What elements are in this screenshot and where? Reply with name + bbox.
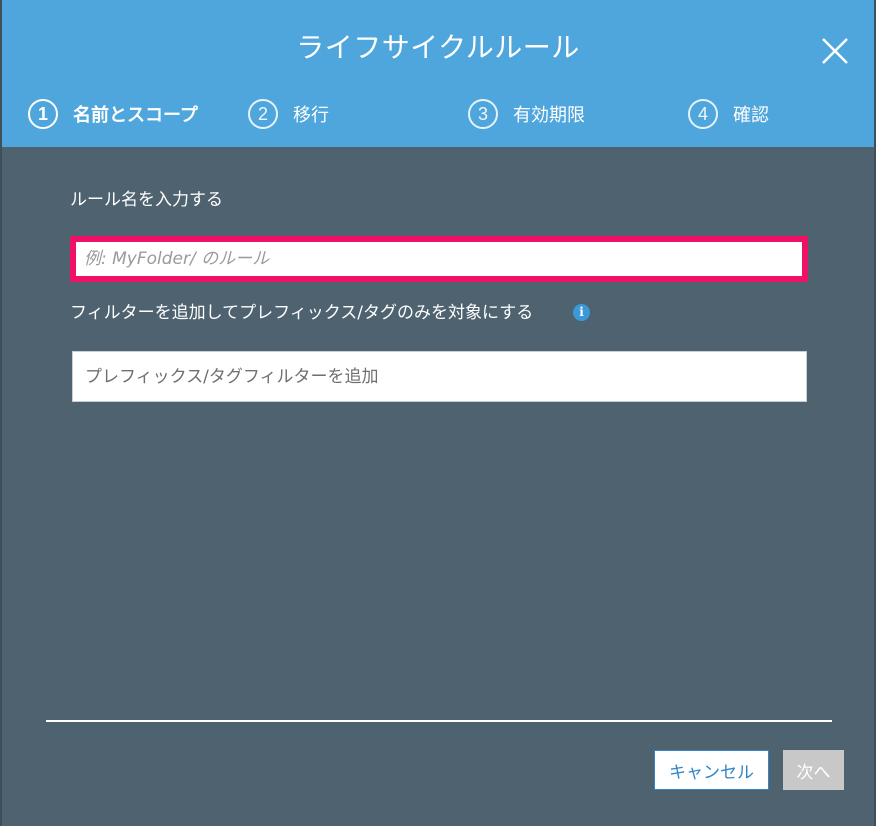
step-label-2: 移行 bbox=[293, 105, 329, 126]
step-label-4: 確認 bbox=[733, 105, 769, 126]
rule-name-label: ルール名を入力する bbox=[70, 190, 223, 210]
step-number-2: 2 bbox=[248, 99, 278, 129]
filter-label: フィルターを追加してプレフィックス/タグのみを対象にする bbox=[70, 303, 534, 323]
step-indicator: 1 名前とスコープ 2 移行 3 有効期限 4 確認 bbox=[2, 94, 874, 134]
step-label-3: 有効期限 bbox=[513, 105, 585, 126]
close-icon bbox=[822, 38, 848, 64]
step-1-name-scope[interactable]: 1 名前とスコープ bbox=[28, 94, 198, 134]
prefix-tag-filter-input[interactable] bbox=[72, 351, 807, 402]
step-number-4: 4 bbox=[688, 99, 718, 129]
rule-name-input[interactable] bbox=[76, 242, 802, 276]
dialog-title: ライフサイクルルール bbox=[296, 31, 580, 64]
step-3-expiration[interactable]: 3 有効期限 bbox=[468, 94, 585, 134]
step-4-review[interactable]: 4 確認 bbox=[688, 94, 769, 134]
lifecycle-rule-dialog: ライフサイクルルール 1 名前とスコープ 2 移行 3 有効期限 4 確認 ルー… bbox=[2, 0, 874, 826]
cancel-button[interactable]: キャンセル bbox=[654, 750, 769, 790]
rule-name-highlight bbox=[70, 236, 808, 282]
info-icon[interactable]: i bbox=[573, 304, 590, 321]
close-button[interactable] bbox=[818, 34, 852, 68]
step-label-1: 名前とスコープ bbox=[73, 105, 198, 126]
step-number-1: 1 bbox=[28, 99, 58, 129]
footer-divider bbox=[46, 720, 832, 722]
step-2-transition[interactable]: 2 移行 bbox=[248, 94, 329, 134]
dialog-header: ライフサイクルルール 1 名前とスコープ 2 移行 3 有効期限 4 確認 bbox=[2, 0, 874, 147]
next-button[interactable]: 次へ bbox=[783, 750, 844, 790]
step-number-3: 3 bbox=[468, 99, 498, 129]
